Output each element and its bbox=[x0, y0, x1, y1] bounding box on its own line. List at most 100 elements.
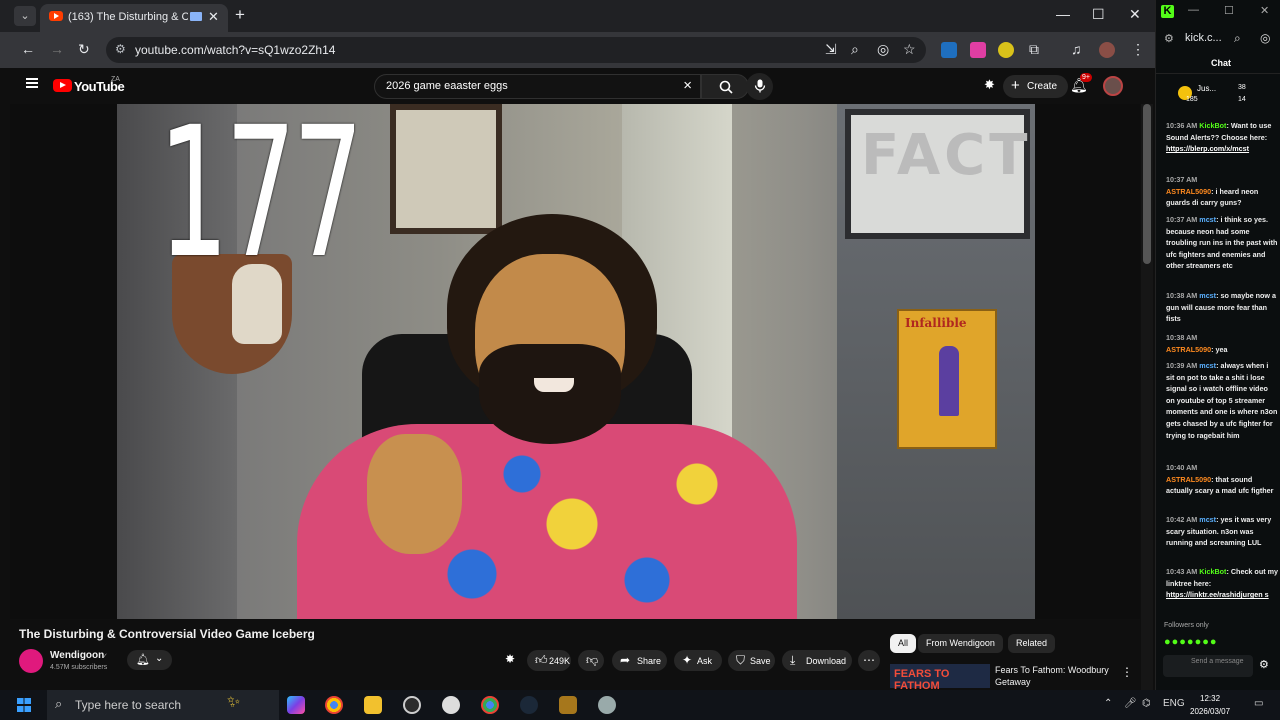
kick-url-text[interactable]: kick.c... bbox=[1185, 32, 1222, 44]
network-icon[interactable]: ⌬ bbox=[1142, 698, 1151, 709]
message-author[interactable]: KickBot bbox=[1199, 567, 1226, 576]
more-actions-button[interactable]: ⋯ bbox=[858, 650, 880, 671]
video-fact-sign: FACT bbox=[845, 109, 1030, 239]
back-button[interactable]: ← bbox=[21, 41, 35, 57]
message-author[interactable]: ASTRAL5090 bbox=[1166, 475, 1211, 484]
menu-hamburger-icon[interactable] bbox=[26, 78, 38, 88]
message-author[interactable]: mcst bbox=[1199, 515, 1216, 524]
bookmark-star-icon[interactable]: ☆ bbox=[903, 41, 916, 58]
gemini-sparkle-icon[interactable]: ✸ bbox=[984, 77, 995, 93]
window-close-button[interactable]: ✕ bbox=[1260, 4, 1269, 17]
extension-icon-1[interactable] bbox=[941, 42, 957, 58]
ask-button[interactable]: ✦ Ask bbox=[674, 650, 722, 671]
tab-youtube[interactable]: (163) The Disturbing & Con ✕ bbox=[40, 4, 228, 32]
download-button[interactable]: ⤓ Download bbox=[782, 650, 852, 671]
channel-name[interactable]: Wendigoon bbox=[50, 650, 104, 661]
taskbar-clock[interactable]: 12:32 2026/03/07 bbox=[1190, 692, 1230, 718]
chip-all[interactable]: All bbox=[890, 634, 917, 653]
recommendation-thumbnail[interactable]: FEARS TO FATHOM bbox=[890, 664, 990, 692]
extra-app-icon[interactable] bbox=[598, 696, 616, 714]
create-button[interactable]: + Create bbox=[1003, 75, 1068, 98]
extension-icon-3[interactable] bbox=[998, 42, 1014, 58]
new-tab-button[interactable]: + bbox=[235, 5, 245, 25]
message-author[interactable]: ASTRAL5090 bbox=[1166, 345, 1211, 354]
message-author[interactable]: mcst bbox=[1199, 291, 1216, 300]
message-author[interactable]: ASTRAL5090 bbox=[1166, 187, 1211, 196]
message-author[interactable]: mcst bbox=[1199, 215, 1216, 224]
language-indicator[interactable]: ENG bbox=[1163, 698, 1185, 709]
chrome-profile-app-icon[interactable] bbox=[481, 696, 499, 714]
chat-settings-icon[interactable]: ⚙ bbox=[1259, 658, 1269, 671]
share-button[interactable]: ➦ Share bbox=[612, 650, 667, 671]
message-author[interactable]: mcst bbox=[1199, 361, 1216, 370]
microphone-tray-icon[interactable]: 🎤︎ bbox=[1124, 698, 1137, 709]
dislike-button[interactable]: 👎︎ bbox=[578, 650, 604, 671]
install-app-icon[interactable]: ⇲ bbox=[825, 41, 837, 58]
youtube-logo-icon[interactable] bbox=[53, 79, 72, 92]
obs-app-icon[interactable] bbox=[403, 696, 421, 714]
reload-button[interactable]: ↻ bbox=[78, 41, 90, 58]
clear-search-icon[interactable]: × bbox=[683, 77, 692, 94]
taskbar-search-input[interactable]: ⌕ Type here to search ✨︎ bbox=[47, 690, 279, 720]
maximize-button[interactable]: ☐ bbox=[1092, 6, 1105, 23]
tray-chevron-up-icon[interactable]: ⌃ bbox=[1104, 698, 1112, 709]
subscription-bell-icon: 🔔︎ bbox=[136, 654, 150, 666]
address-bar[interactable]: ⚙ youtube.com/watch?v=sQ1wzo2Zh14 bbox=[106, 37, 926, 63]
thumbs-down-icon: 👎︎ bbox=[586, 653, 599, 667]
stat-count-1: 185 bbox=[1186, 96, 1198, 103]
profile-avatar[interactable] bbox=[1099, 42, 1115, 58]
site-info-icon[interactable]: ⚙ bbox=[1164, 32, 1174, 45]
notification-center-icon[interactable]: ▭ bbox=[1254, 698, 1263, 709]
page-scrollbar[interactable] bbox=[1141, 104, 1153, 690]
site-info-icon[interactable]: ⚙ bbox=[115, 42, 126, 56]
ai-sparkle-icon[interactable]: ✸ bbox=[505, 652, 515, 666]
tracking-protection-icon[interactable]: ◎ bbox=[1260, 31, 1270, 45]
zoom-icon[interactable]: ⌕ bbox=[851, 41, 859, 58]
maximize-button[interactable]: ☐ bbox=[1224, 4, 1234, 17]
voice-search-button[interactable] bbox=[746, 73, 773, 100]
file-explorer-icon[interactable] bbox=[364, 696, 382, 714]
message-author[interactable]: KickBot bbox=[1199, 121, 1226, 130]
message-time: 10:37 AM bbox=[1166, 215, 1198, 224]
search-button[interactable] bbox=[701, 74, 749, 99]
minimize-button[interactable]: — bbox=[1188, 4, 1199, 16]
windows-start-icon[interactable] bbox=[17, 698, 31, 712]
search-input[interactable]: 2026 game eaaster eggs × bbox=[374, 74, 701, 99]
taskbar-search-placeholder: Type here to search bbox=[75, 698, 182, 712]
recommendation-menu-icon[interactable]: ⋮ bbox=[1121, 665, 1133, 679]
chip-from-channel[interactable]: From Wendigoon bbox=[918, 634, 1003, 653]
bookmark-icon: ⛉ bbox=[736, 653, 746, 667]
emote-bar[interactable]: ●●●●●●● bbox=[1164, 636, 1218, 648]
forward-button[interactable]: → bbox=[50, 41, 64, 57]
video-player[interactable]: FACT Infallible 177 bbox=[10, 104, 1140, 619]
sparkle-icon: ✦ bbox=[682, 653, 693, 667]
chat-message-input[interactable]: Send a message bbox=[1163, 655, 1253, 677]
recommendation-title[interactable]: Fears To Fathom: Woodbury Getaway bbox=[995, 664, 1110, 688]
chrome-app-icon[interactable] bbox=[325, 696, 343, 714]
account-avatar[interactable] bbox=[1103, 76, 1123, 96]
tracking-protection-icon[interactable]: ◎ bbox=[877, 41, 889, 58]
like-button[interactable]: 👍︎ 249K bbox=[527, 650, 571, 671]
game-app-icon[interactable] bbox=[559, 696, 577, 714]
browser-menu-icon[interactable]: ⋮ bbox=[1131, 41, 1145, 58]
subscribed-button[interactable]: 🔔︎ ⌄ bbox=[127, 650, 172, 670]
chat-message: 10:37 AM ASTRAL5090: i heard neon guards… bbox=[1166, 175, 1259, 208]
channel-avatar[interactable] bbox=[19, 649, 43, 673]
tab-close-icon[interactable]: ✕ bbox=[208, 9, 219, 25]
extensions-puzzle-icon[interactable]: ⧉ bbox=[1029, 41, 1039, 58]
media-control-icon[interactable]: ♫ bbox=[1071, 41, 1082, 57]
pinned-user-name[interactable]: Jus... bbox=[1197, 84, 1216, 93]
message-link[interactable]: https://linktr.ee/rashidjurgen s bbox=[1166, 590, 1269, 599]
snipping-tool-icon[interactable] bbox=[442, 696, 460, 714]
scrollbar-thumb[interactable] bbox=[1143, 104, 1151, 264]
window-close-button[interactable]: ✕ bbox=[1129, 6, 1141, 23]
extension-icon-2[interactable] bbox=[970, 42, 986, 58]
chip-related[interactable]: Related bbox=[1008, 634, 1056, 653]
tab-search-button[interactable]: ⌄ bbox=[14, 6, 36, 26]
minimize-button[interactable]: — bbox=[1056, 6, 1070, 22]
save-button[interactable]: ⛉ Save bbox=[728, 650, 775, 671]
message-link[interactable]: https://blerp.com/x/mcst bbox=[1166, 144, 1249, 153]
steam-app-icon[interactable] bbox=[520, 696, 538, 714]
zoom-icon[interactable]: ⌕ bbox=[1234, 31, 1241, 46]
copilot-app-icon[interactable] bbox=[287, 696, 305, 714]
